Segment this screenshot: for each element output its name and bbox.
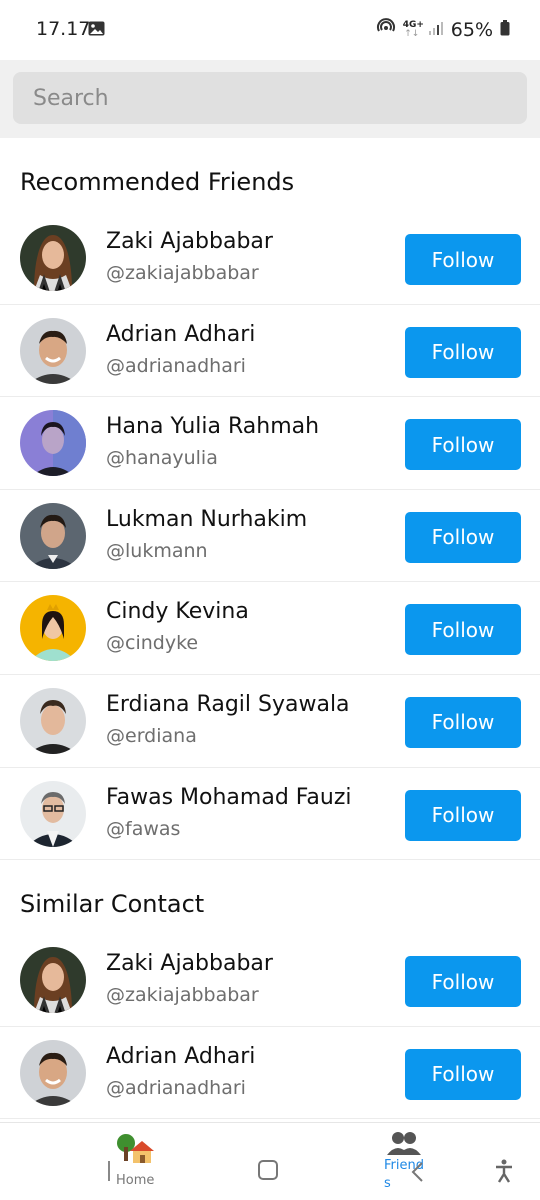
avatar (20, 947, 86, 1013)
status-indicators: 4G+ ↑↓ 65% (376, 18, 510, 41)
status-time: 17.17 (36, 18, 91, 40)
friends-icon (386, 1131, 422, 1159)
friend-name: Lukman Nurhakim (106, 506, 308, 532)
signal-icon (428, 19, 444, 41)
friend-handle: @erdiana (106, 724, 197, 747)
nav-home-label: Home (116, 1173, 155, 1188)
home-button-icon[interactable] (258, 1160, 278, 1180)
hotspot-icon (376, 18, 396, 41)
avatar (20, 1039, 86, 1106)
list-item: Lukman Nurhakim @lukmann Follow (0, 490, 540, 583)
contact-handle: @zakiajabbabar (106, 984, 259, 1006)
list-item: Adrian Adhari @adrianadhari Follow (0, 305, 540, 398)
list-item: Zaki Ajabbabar @zakiajabbabar Follow (0, 212, 540, 305)
follow-button[interactable]: Follow (405, 789, 521, 841)
similar-contact-title: Similar Contact (20, 890, 205, 918)
list-item: Fawas Mohamad Fauzi @fawas Follow (0, 768, 540, 861)
avatar (20, 780, 86, 847)
friend-handle: @adrianadhari (106, 354, 246, 377)
bottom-nav: Home Friends (0, 1122, 540, 1200)
recent-apps-icon[interactable] (108, 1161, 110, 1181)
avatar (20, 317, 86, 384)
list-item: Erdiana Ragil Syawala @erdiana Follow (0, 675, 540, 768)
list-item: Zaki Ajabbabar @zakiajabbabar Follow (0, 934, 540, 1027)
follow-button[interactable]: Follow (405, 234, 521, 285)
friend-handle: @zakiajabbabar (106, 262, 259, 284)
friend-name: Hana Yulia Rahmah (106, 414, 320, 440)
home-icon (116, 1133, 154, 1171)
search-box (13, 72, 527, 124)
recommended-friends-title: Recommended Friends (20, 168, 295, 196)
friend-handle: @hanayulia (106, 447, 218, 470)
follow-button[interactable]: Follow (405, 419, 521, 471)
follow-button[interactable]: Follow (405, 604, 521, 656)
nav-friends[interactable]: Friends (384, 1131, 434, 1195)
contact-handle: @adrianadhari (106, 1076, 246, 1099)
battery-icon (500, 19, 510, 41)
gallery-icon (88, 21, 105, 36)
recommended-friends-list: Zaki Ajabbabar @zakiajabbabar Follow Adr… (0, 212, 540, 861)
status-bar: 17.17 4G+ ↑↓ 65% (0, 0, 540, 60)
search-input[interactable] (13, 72, 527, 124)
avatar (20, 687, 86, 754)
contact-name: Zaki Ajabbabar (106, 951, 273, 976)
back-icon[interactable] (410, 1161, 424, 1187)
follow-button[interactable]: Follow (405, 956, 521, 1007)
accessibility-icon[interactable] (494, 1159, 514, 1187)
follow-button[interactable]: Follow (405, 326, 521, 378)
avatar (20, 410, 86, 477)
friend-handle: @cindyke (106, 632, 199, 655)
friend-name: Zaki Ajabbabar (106, 229, 273, 254)
list-item: Cindy Kevina @cindyke Follow (0, 582, 540, 675)
battery-percent: 65% (450, 18, 493, 41)
follow-button[interactable]: Follow (405, 1048, 521, 1100)
network-4g-icon: 4G+ ↑↓ (402, 19, 424, 39)
friend-name: Cindy Kevina (106, 599, 249, 625)
contact-name: Adrian Adhari (106, 1043, 256, 1069)
friend-name: Adrian Adhari (106, 321, 256, 347)
friend-name: Erdiana Ragil Syawala (106, 691, 350, 717)
follow-button[interactable]: Follow (405, 696, 521, 748)
friend-handle: @fawas (106, 817, 181, 840)
avatar (20, 225, 86, 291)
similar-contact-list: Zaki Ajabbabar @zakiajabbabar Follow Adr… (0, 934, 540, 1120)
friend-name: Fawas Mohamad Fauzi (106, 784, 352, 810)
avatar (20, 502, 86, 569)
follow-button[interactable]: Follow (405, 511, 521, 563)
list-item: Adrian Adhari @adrianadhari Follow (0, 1027, 540, 1120)
friend-handle: @lukmann (106, 539, 208, 562)
nav-home[interactable]: Home (108, 1133, 158, 1193)
search-area (0, 60, 540, 138)
list-item: Hana Yulia Rahmah @hanayulia Follow (0, 397, 540, 490)
avatar (20, 595, 86, 662)
